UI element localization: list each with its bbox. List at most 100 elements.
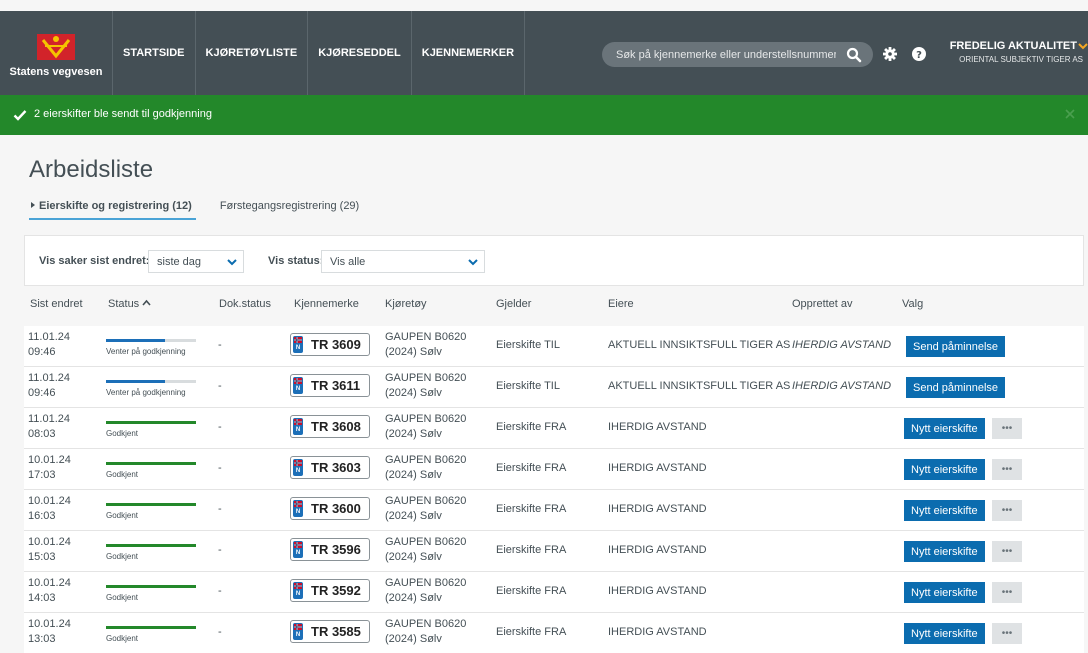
status-text: Godkjent [106,593,139,602]
more-options-button[interactable]: ••• [992,418,1022,439]
plate-country-code: N [295,632,301,638]
row-date: 11.01.24 [28,413,71,425]
nav-kjennemerker[interactable]: KJENNEMERKER [410,11,524,95]
license-plate[interactable]: N TR 3609 [290,333,370,356]
opprettet-av: IHERDIG AVSTAND [792,339,892,351]
more-options-button[interactable]: ••• [992,623,1022,644]
row-time: 14:03 [28,592,56,604]
vehicle-cell: GAUPEN B0620 (2024) Sølv [385,576,466,606]
row-date-cell: 10.01.24 15:03 [28,535,71,565]
table-row[interactable]: 11.01.24 09:46 Venter på godkjenning - N TR 3… [24,326,1084,367]
col-eiere[interactable]: Eiere [608,298,634,310]
more-options-button[interactable]: ••• [992,541,1022,562]
nav-kjoreseddel[interactable]: KJØRESEDDEL [307,11,411,95]
license-plate[interactable]: N TR 3592 [290,579,370,602]
status-progress [106,626,196,629]
status-text: Godkjent [106,552,139,561]
table-row[interactable]: 10.01.24 16:03 Godkjent - N TR 3600 GAUPEN B06… [24,490,1084,531]
col-gjelder[interactable]: Gjelder [496,298,531,310]
search-icon[interactable] [846,47,862,63]
more-options-button[interactable]: ••• [992,459,1022,480]
filter-changed-select[interactable]: siste dag [148,250,244,273]
col-sist-endret[interactable]: Sist endret [30,298,83,310]
license-plate[interactable]: N TR 3611 [290,374,370,397]
tab-eierskifte[interactable]: Eierskifte og registrering (12) [29,200,196,220]
vehicle-cell: GAUPEN B0620 (2024) Sølv [385,617,466,647]
chevron-down-icon [227,259,237,266]
new-ownership-button[interactable]: Nytt eierskifte [904,582,985,603]
table-row[interactable]: 10.01.24 13:03 Godkjent - N TR 3585 GAUPEN B06… [24,613,1084,653]
vehicle-year-color: (2024) Sølv [385,551,442,563]
row-date-cell: 10.01.24 14:03 [28,576,71,606]
new-ownership-button[interactable]: Nytt eierskifte [904,459,985,480]
plate-country-code: N [295,591,301,597]
new-ownership-button[interactable]: Nytt eierskifte [904,418,985,439]
tab-forstegangsregistrering[interactable]: Førstegangsregistrering (29) [216,200,363,220]
table-row[interactable]: 10.01.24 14:03 Godkjent - N TR 3592 GAUPEN B06… [24,572,1084,613]
status-progress-fill [106,339,166,342]
nav-kjoretoyliste[interactable]: KJØRETØYLISTE [194,11,308,95]
caret-right-icon [31,202,35,208]
row-date: 10.01.24 [28,577,71,589]
plate-number: TR 3596 [311,542,361,557]
row-time: 15:03 [28,551,56,563]
col-valg: Valg [902,298,924,310]
license-plate[interactable]: N TR 3600 [290,497,370,520]
more-options-button[interactable]: ••• [992,582,1022,603]
table-row[interactable]: 11.01.24 08:03 Godkjent - N TR 3608 GAUPEN B06… [24,408,1084,449]
user-name: FREDELIG AKTUALITET [949,40,1077,52]
license-plate[interactable]: N TR 3585 [290,620,370,643]
row-date-cell: 11.01.24 09:46 [28,330,70,360]
plate-flag-icon: N [293,336,303,353]
gjelder: Eierskifte FRA [496,626,567,638]
search-input[interactable] [616,42,836,67]
vehicle-model: GAUPEN B0620 [385,454,467,466]
vehicle-model: GAUPEN B0620 [385,372,467,384]
col-kjoretoy[interactable]: Kjøretøy [385,298,427,310]
new-ownership-button[interactable]: Nytt eierskifte [904,623,985,644]
vehicle-cell: GAUPEN B0620 (2024) Sølv [385,494,466,524]
plate-flag-icon: N [293,418,303,435]
eiere: AKTUELL INNSIKTSFULL TIGER AS [608,380,791,392]
gjelder: Eierskifte FRA [496,585,567,597]
vehicle-year-color: (2024) Sølv [385,428,442,440]
gear-icon[interactable] [882,46,898,62]
col-status[interactable]: Status [108,298,151,310]
send-reminder-button[interactable]: Send påminnelse [906,336,1006,357]
table-row[interactable]: 11.01.24 09:46 Venter på godkjenning - N TR 3… [24,367,1084,408]
status-text: Godkjent [106,634,139,643]
status-text: Godkjent [106,470,139,479]
table-row[interactable]: 10.01.24 15:03 Godkjent - N TR 3596 GAUPEN B06… [24,531,1084,572]
new-ownership-button[interactable]: Nytt eierskifte [904,500,985,521]
license-plate[interactable]: N TR 3608 [290,415,370,438]
banner-message: 2 eierskifter ble sendt til godkjenning [34,108,212,120]
plate-flag-icon: N [293,582,303,599]
table-row[interactable]: 10.01.24 17:03 Godkjent - N TR 3603 GAUPEN B06… [24,449,1084,490]
help-icon[interactable]: ? [911,46,927,62]
close-icon[interactable] [1064,108,1076,120]
col-opprettet-av[interactable]: Opprettet av [792,298,853,310]
license-plate[interactable]: N TR 3596 [290,538,370,561]
col-kjennemerke[interactable]: Kjennemerke [294,298,359,310]
more-options-button[interactable]: ••• [992,500,1022,521]
status-progress [106,503,196,506]
nav-startside[interactable]: STARTSIDE [112,11,195,95]
row-time: 09:46 [28,346,56,358]
col-status-label: Status [108,298,140,310]
col-dok-status[interactable]: Dok.status [219,298,271,310]
license-plate[interactable]: N TR 3603 [290,456,370,479]
vehicle-year-color: (2024) Sølv [385,387,442,399]
status-text: Venter på godkjenning [106,388,186,397]
plate-country-code: N [295,345,301,351]
row-date: 10.01.24 [28,618,71,630]
plate-number: TR 3600 [311,501,361,516]
send-reminder-button[interactable]: Send påminnelse [906,377,1006,398]
new-ownership-button[interactable]: Nytt eierskifte [904,541,985,562]
row-date: 11.01.24 [28,331,71,343]
filter-status-select[interactable]: Vis alle [321,250,485,273]
vehicle-cell: GAUPEN B0620 (2024) Sølv [385,371,466,401]
logo[interactable]: Statens vegvesen [0,11,112,95]
status-progress-fill [106,585,196,588]
plate-number: TR 3592 [311,583,361,598]
user-menu[interactable]: FREDELIG AKTUALITET ORIENTAL SUBJEKTIV T… [945,40,1088,64]
